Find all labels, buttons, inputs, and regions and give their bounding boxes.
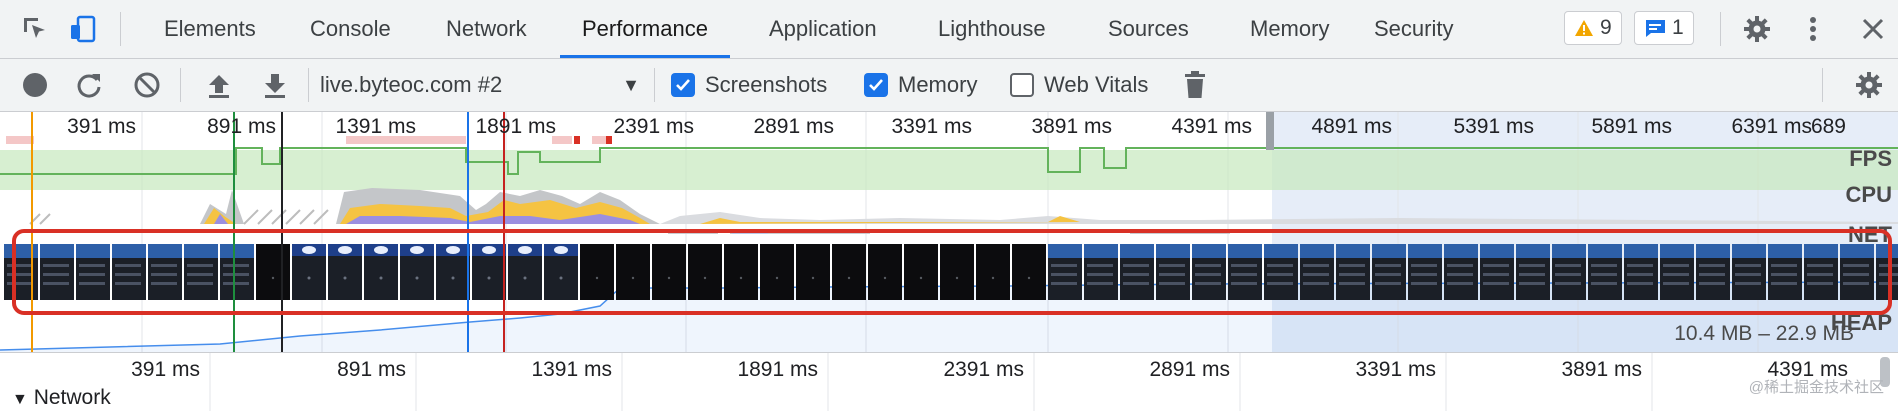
tab-sources[interactable]: Sources <box>1086 0 1211 58</box>
ruler-tick: 391 ms <box>131 358 200 381</box>
ruler-tick: 2891 ms <box>1149 358 1230 381</box>
ruler-tick: 1891 ms <box>737 358 818 381</box>
collect-garbage-button[interactable] <box>1178 68 1212 102</box>
ruler-tick: 3891 ms <box>1561 358 1642 381</box>
network-track-label: Network <box>33 386 111 409</box>
overview-tick: 3891 ms <box>1031 115 1112 138</box>
overview-tick: 1391 ms <box>335 115 416 138</box>
tab-elements[interactable]: Elements <box>142 0 278 58</box>
overview-tick: 891 ms <box>207 115 276 138</box>
screenshots-label: Screenshots <box>705 72 828 97</box>
capture-settings-gear-icon[interactable] <box>1852 68 1886 102</box>
trash-icon <box>1185 71 1205 98</box>
overview-tick: 689 <box>1810 115 1846 138</box>
cpu-track-label: CPU <box>1845 182 1892 207</box>
reload-profile-button[interactable] <box>72 68 106 102</box>
screenshots-checkbox[interactable]: Screenshots <box>671 72 827 98</box>
ruler-tick: 2391 ms <box>943 358 1024 381</box>
overview-tick: 2891 ms <box>753 115 834 138</box>
save-profile-button[interactable] <box>258 68 292 102</box>
load-profile-button[interactable] <box>202 68 236 102</box>
network-track-toggle[interactable]: ▼ Network <box>12 386 111 410</box>
fps-track-label: FPS <box>1849 146 1892 171</box>
overview-tick: 2391 ms <box>613 115 694 138</box>
web-vitals-label: Web Vitals <box>1044 72 1149 97</box>
performance-toolbar: live.byteoc.com #2 ▼ Screenshots Memory … <box>0 59 1898 112</box>
reload-icon <box>77 74 101 98</box>
screenshots-highlight-annotation <box>12 229 1892 315</box>
triangle-down-icon: ▼ <box>12 391 28 408</box>
ruler-tick: 1391 ms <box>531 358 612 381</box>
warning-icon <box>1575 20 1593 36</box>
heap-range-label: 10.4 MB – 22.9 MB <box>1674 322 1854 345</box>
recording-select-value: live.byteoc.com #2 <box>320 72 503 97</box>
record-button[interactable] <box>18 68 52 102</box>
messages-badge[interactable]: 1 <box>1634 11 1694 45</box>
warnings-count: 9 <box>1600 16 1612 39</box>
recording-select[interactable]: live.byteoc.com #2 ▼ <box>320 68 640 102</box>
overview-tick: 5391 ms <box>1453 115 1534 138</box>
tab-console[interactable]: Console <box>288 0 413 58</box>
overview-tick: 5891 ms <box>1591 115 1672 138</box>
checkbox-checked-icon <box>671 73 695 97</box>
selection-handle[interactable] <box>1266 112 1274 150</box>
memory-label: Memory <box>898 72 978 97</box>
tab-performance[interactable]: Performance <box>560 0 730 58</box>
device-toolbar-icon[interactable] <box>66 12 100 46</box>
ruler-tick: 3391 ms <box>1355 358 1436 381</box>
record-icon <box>23 73 47 97</box>
checkbox-checked-icon <box>864 73 888 97</box>
download-icon <box>265 74 285 98</box>
web-vitals-checkbox[interactable]: Web Vitals <box>1010 72 1148 98</box>
inspect-element-icon[interactable] <box>18 12 52 46</box>
flame-chart-ruler: 391 ms 891 ms 1391 ms 1891 ms 2391 ms 28… <box>0 352 1898 411</box>
clear-icon <box>134 72 160 98</box>
tab-lighthouse[interactable]: Lighthouse <box>916 0 1068 58</box>
overview-tick: 1891 ms <box>475 115 556 138</box>
tab-application[interactable]: Application <box>747 0 899 58</box>
message-icon <box>1645 20 1665 37</box>
tab-memory[interactable]: Memory <box>1228 0 1351 58</box>
overview-tick: 4391 ms <box>1171 115 1252 138</box>
chevron-down-icon: ▼ <box>622 75 640 95</box>
overview-tick: 3391 ms <box>891 115 972 138</box>
clear-button[interactable] <box>130 68 164 102</box>
memory-checkbox[interactable]: Memory <box>864 72 977 98</box>
watermark: @稀土掘金技术社区 <box>1748 379 1884 396</box>
checkbox-unchecked-icon <box>1010 73 1034 97</box>
upload-icon <box>209 75 229 98</box>
tab-security[interactable]: Security <box>1352 0 1475 58</box>
ruler-tick: 891 ms <box>337 358 406 381</box>
messages-count: 1 <box>1672 16 1684 39</box>
overview-tick: 4891 ms <box>1311 115 1392 138</box>
overview-tick: 391 ms <box>67 115 136 138</box>
devtools-tab-bar: Elements Console Network Performance App… <box>0 0 1898 59</box>
tab-network[interactable]: Network <box>424 0 549 58</box>
close-icon[interactable] <box>1856 12 1890 46</box>
more-options-icon[interactable] <box>1796 12 1830 46</box>
settings-gear-icon[interactable] <box>1740 12 1774 46</box>
warnings-badge[interactable]: 9 <box>1564 11 1622 45</box>
